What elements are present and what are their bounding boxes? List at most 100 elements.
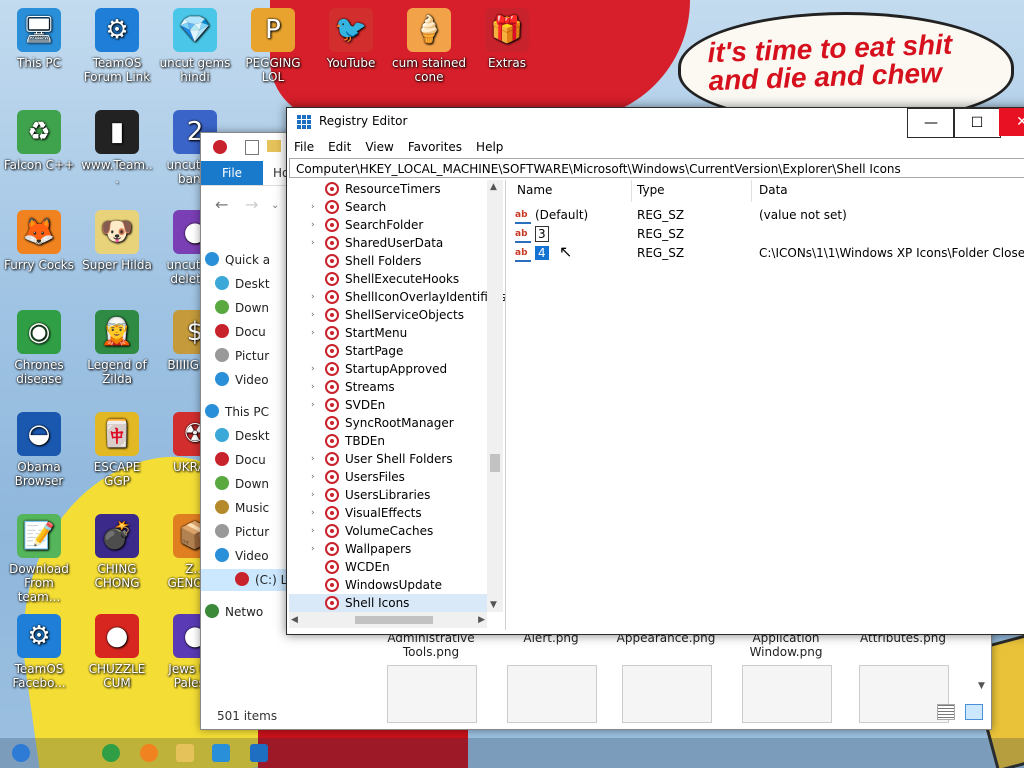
expand-chevron-icon[interactable]: › xyxy=(311,522,315,540)
scroll-thumb[interactable] xyxy=(355,616,433,624)
nav-pane-item[interactable]: Deskt xyxy=(215,273,295,295)
address-bar[interactable]: Computer\HKEY_LOCAL_MACHINE\SOFTWARE\Mic… xyxy=(289,158,1024,178)
nav-pane-item[interactable]: Video xyxy=(215,545,295,567)
file-thumbnail-image[interactable] xyxy=(507,665,597,723)
file-thumbnail-label[interactable]: Application Window.png xyxy=(736,631,836,659)
start-button-icon[interactable] xyxy=(12,744,30,762)
tree-key[interactable]: › StartupApproved xyxy=(289,360,489,378)
folder-icon[interactable] xyxy=(267,140,281,152)
menu-file[interactable]: File xyxy=(287,136,321,158)
tree-key[interactable]: WCDEn xyxy=(289,558,489,576)
desktop-icon-5[interactable]: 🐦 YouTube xyxy=(314,8,388,70)
expand-chevron-icon[interactable]: › xyxy=(311,504,315,522)
nav-pane-item[interactable]: Down xyxy=(215,473,295,495)
scroll-down-icon[interactable]: ▼ xyxy=(490,600,497,610)
scroll-left-icon[interactable]: ◀ xyxy=(291,612,298,628)
firefox-taskbar-icon[interactable] xyxy=(140,744,158,762)
desktop-icon-24[interactable]: ● CHUZZLE CUM xyxy=(80,614,154,690)
scroll-up-icon[interactable]: ▲ xyxy=(490,182,497,192)
value-row[interactable]: ab 3 REG_SZ xyxy=(509,225,1024,243)
desktop-icon-14[interactable]: ◉ Chrones disease xyxy=(2,310,76,386)
nav-pane-item[interactable]: Pictur xyxy=(215,521,295,543)
expand-chevron-icon[interactable]: › xyxy=(311,198,315,216)
tree-key[interactable]: › SharedUserData xyxy=(289,234,489,252)
explorer-scrollbar[interactable]: ▼ xyxy=(975,631,991,703)
tree-key[interactable]: › Search xyxy=(289,198,489,216)
desktop-icon-7[interactable]: 🎁 Extras xyxy=(470,8,544,70)
nav-pane-item[interactable]: Quick a xyxy=(205,249,285,271)
tree-key[interactable]: Shell Folders xyxy=(289,252,489,270)
tree-key[interactable]: ResourceTimers xyxy=(289,180,489,198)
value-name-edit-field[interactable]: 4 xyxy=(535,246,549,260)
tree-key[interactable]: Shell Icons xyxy=(289,594,489,612)
close-button[interactable]: ✕ xyxy=(999,108,1024,136)
tree-key[interactable]: › SearchFolder xyxy=(289,216,489,234)
quick-access-checkbox-icon[interactable] xyxy=(245,140,259,155)
desktop-icon-18[interactable]: 🀄 ESCAPE GGP xyxy=(80,412,154,488)
title-bar[interactable]: Registry Editor — ☐ ✕ xyxy=(287,108,1024,138)
desktop-icon-3[interactable]: 💎 uncut gems hindi xyxy=(158,8,232,84)
desktop-icon-11[interactable]: 🦊 Furry Cocks xyxy=(2,210,76,272)
expand-chevron-icon[interactable]: › xyxy=(311,360,315,378)
tree-horizontal-scrollbar[interactable]: ◀ ▶ xyxy=(289,612,487,628)
expand-chevron-icon[interactable]: › xyxy=(311,288,315,306)
tree-key[interactable]: › ShellIconOverlayIdentifiers xyxy=(289,288,505,306)
column-header-name[interactable]: Name xyxy=(517,183,552,197)
tree-vertical-scrollbar[interactable]: ▲ ▼ xyxy=(487,180,503,612)
nav-pane-item[interactable]: Video xyxy=(215,369,295,391)
nav-pane-item[interactable]: Pictur xyxy=(215,345,295,367)
expand-chevron-icon[interactable]: › xyxy=(311,396,315,414)
explorer-taskbar-icon[interactable] xyxy=(176,744,194,762)
desktop-icon-23[interactable]: ⚙ TeamOS Facebo... xyxy=(2,614,76,690)
desktop-icon-1[interactable]: 🖥 This PC xyxy=(2,8,76,70)
desktop-icon-20[interactable]: 📝 Download From team... xyxy=(2,514,76,604)
recent-locations-chevron-icon[interactable]: ⌄ xyxy=(271,200,279,211)
nav-pane-item[interactable]: This PC xyxy=(205,401,285,423)
tree-key[interactable]: › Streams xyxy=(289,378,489,396)
maximize-button[interactable]: ☐ xyxy=(953,108,1001,138)
tree-key[interactable]: › UsersFiles xyxy=(289,468,489,486)
expand-chevron-icon[interactable]: › xyxy=(311,540,315,558)
details-view-icon[interactable] xyxy=(937,704,956,720)
nav-pane-item[interactable]: (C:) L xyxy=(201,569,289,591)
forward-arrow-icon[interactable]: → xyxy=(245,195,258,214)
menu-edit[interactable]: Edit xyxy=(321,136,358,158)
file-thumbnail-image[interactable] xyxy=(742,665,832,723)
tree-key[interactable]: › Wallpapers xyxy=(289,540,489,558)
tree-key[interactable]: StartPage xyxy=(289,342,489,360)
store-taskbar-icon[interactable] xyxy=(212,744,230,762)
nav-pane-item[interactable]: Music xyxy=(215,497,295,519)
expand-chevron-icon[interactable]: › xyxy=(311,306,315,324)
chrome-taskbar-icon[interactable] xyxy=(102,744,120,762)
column-header-type[interactable]: Type xyxy=(637,183,665,197)
tree-key[interactable]: TBDEn xyxy=(289,432,489,450)
nav-pane-item[interactable]: Docu xyxy=(215,321,295,343)
tree-key[interactable]: ShellExecuteHooks xyxy=(289,270,489,288)
value-row[interactable]: ab 4 REG_SZ C:\ICONs\1\1\Windows XP Icons\F… xyxy=(509,244,1024,262)
file-thumbnail-image[interactable] xyxy=(859,665,949,723)
tree-key[interactable]: › UsersLibraries xyxy=(289,486,489,504)
nav-pane-item[interactable]: Down xyxy=(215,297,295,319)
tree-key[interactable]: SyncRootManager xyxy=(289,414,489,432)
desktop-icon-17[interactable]: ◒ Obama Browser xyxy=(2,412,76,488)
nav-pane-item[interactable]: Netwo xyxy=(205,601,285,623)
tree-key[interactable]: › ShellServiceObjects xyxy=(289,306,489,324)
tree-key[interactable]: › SVDEn xyxy=(289,396,489,414)
expand-chevron-icon[interactable]: › xyxy=(311,486,315,504)
desktop-icon-6[interactable]: 🍦 cum stained cone xyxy=(392,8,466,84)
expand-chevron-icon[interactable]: › xyxy=(311,234,315,252)
desktop-icon-21[interactable]: 💣 CHING CHONG xyxy=(80,514,154,590)
minimize-button[interactable]: — xyxy=(907,108,955,138)
scroll-down-icon[interactable]: ▼ xyxy=(978,681,985,691)
scroll-thumb[interactable] xyxy=(490,454,500,472)
ribbon-file-tab[interactable]: File xyxy=(201,161,263,185)
desktop-icon-2[interactable]: ⚙ TeamOS Forum Link xyxy=(80,8,154,84)
menu-view[interactable]: View xyxy=(358,136,400,158)
expand-chevron-icon[interactable]: › xyxy=(311,450,315,468)
file-thumbnail-image[interactable] xyxy=(387,665,477,723)
tree-key[interactable]: › StartMenu xyxy=(289,324,489,342)
expand-chevron-icon[interactable]: › xyxy=(311,378,315,396)
desktop-icon-12[interactable]: 🐶 Super Hilda xyxy=(80,210,154,272)
tree-key[interactable]: › VisualEffects xyxy=(289,504,489,522)
expand-chevron-icon[interactable]: › xyxy=(311,216,315,234)
